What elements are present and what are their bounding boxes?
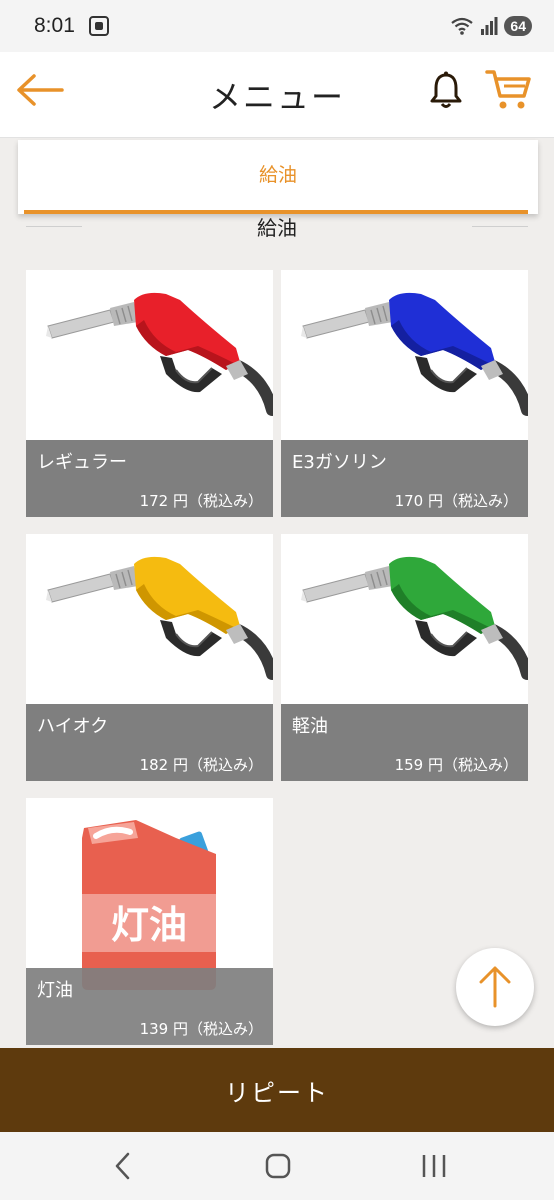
product-price: 182 円（税込み） [139, 756, 263, 774]
product-image [281, 534, 528, 704]
arrow-up-icon [479, 966, 511, 1008]
nav-back-button[interactable] [104, 1150, 144, 1182]
status-bar: 8:01 64 [0, 0, 554, 52]
fuel-nozzle-icon [301, 556, 528, 680]
wifi-icon [451, 17, 474, 35]
section-divider-right [472, 226, 528, 227]
tab-fuel[interactable]: 給油 [18, 160, 538, 187]
product-caption: E3ガソリン 170 円（税込み） [281, 440, 528, 517]
category-tab-bar: 給油 [18, 140, 538, 214]
page-title: メニュー [208, 78, 345, 116]
cart-button[interactable] [484, 66, 532, 112]
product-image: 灯油 [26, 798, 273, 990]
fuel-nozzle-icon [301, 292, 528, 416]
product-card[interactable]: E3ガソリン 170 円（税込み） [281, 270, 528, 517]
product-caption: レギュラー 172 円（税込み） [26, 440, 273, 517]
section-title: 給油 [257, 216, 297, 240]
product-caption: 軽油 159 円（税込み） [281, 704, 528, 781]
product-price: 139 円（税込み） [139, 1020, 263, 1038]
product-name: レギュラー [37, 452, 127, 473]
product-card[interactable]: ハイオク 182 円（税込み） [26, 534, 273, 781]
status-time: 8:01 [34, 14, 75, 37]
product-image [26, 534, 273, 704]
product-name: E3ガソリン [292, 452, 387, 473]
status-icons: 64 [450, 16, 532, 36]
product-price: 172 円（税込み） [139, 492, 263, 510]
fuel-nozzle-icon [46, 292, 273, 416]
product-price: 170 円（税込み） [394, 492, 518, 510]
product-card[interactable]: レギュラー 172 円（税込み） [26, 270, 273, 517]
product-name: ハイオク [37, 716, 109, 737]
fuel-nozzle-icon [46, 556, 273, 680]
cart-icon [485, 70, 531, 109]
scroll-to-top-button[interactable] [456, 948, 534, 1026]
system-nav-bar [0, 1132, 554, 1200]
repeat-button[interactable]: リピート [0, 1048, 554, 1132]
bell-icon [430, 71, 462, 108]
product-name: 灯油 [37, 980, 73, 1001]
signal-icon [481, 17, 498, 35]
svg-text:灯油: 灯油 [111, 903, 187, 947]
nav-recents-button[interactable] [414, 1150, 454, 1182]
product-card[interactable]: 灯油 灯油 139 円（税込み） [26, 798, 273, 1045]
nav-back-icon [115, 1152, 130, 1180]
screenshot-icon [88, 16, 109, 36]
app-header: メニュー [0, 52, 554, 138]
nav-recents-icon [422, 1155, 446, 1177]
product-price: 159 円（税込み） [394, 756, 518, 774]
product-card[interactable]: 軽油 159 円（税込み） [281, 534, 528, 781]
product-image [26, 270, 273, 440]
product-name: 軽油 [292, 716, 328, 737]
nav-home-icon [265, 1153, 291, 1179]
product-caption: 灯油 139 円（税込み） [26, 968, 273, 1045]
product-image [281, 270, 528, 440]
product-caption: ハイオク 182 円（税込み） [26, 704, 273, 781]
battery-badge: 64 [504, 16, 532, 36]
notification-button[interactable] [428, 70, 464, 110]
nav-home-button[interactable] [258, 1150, 298, 1182]
